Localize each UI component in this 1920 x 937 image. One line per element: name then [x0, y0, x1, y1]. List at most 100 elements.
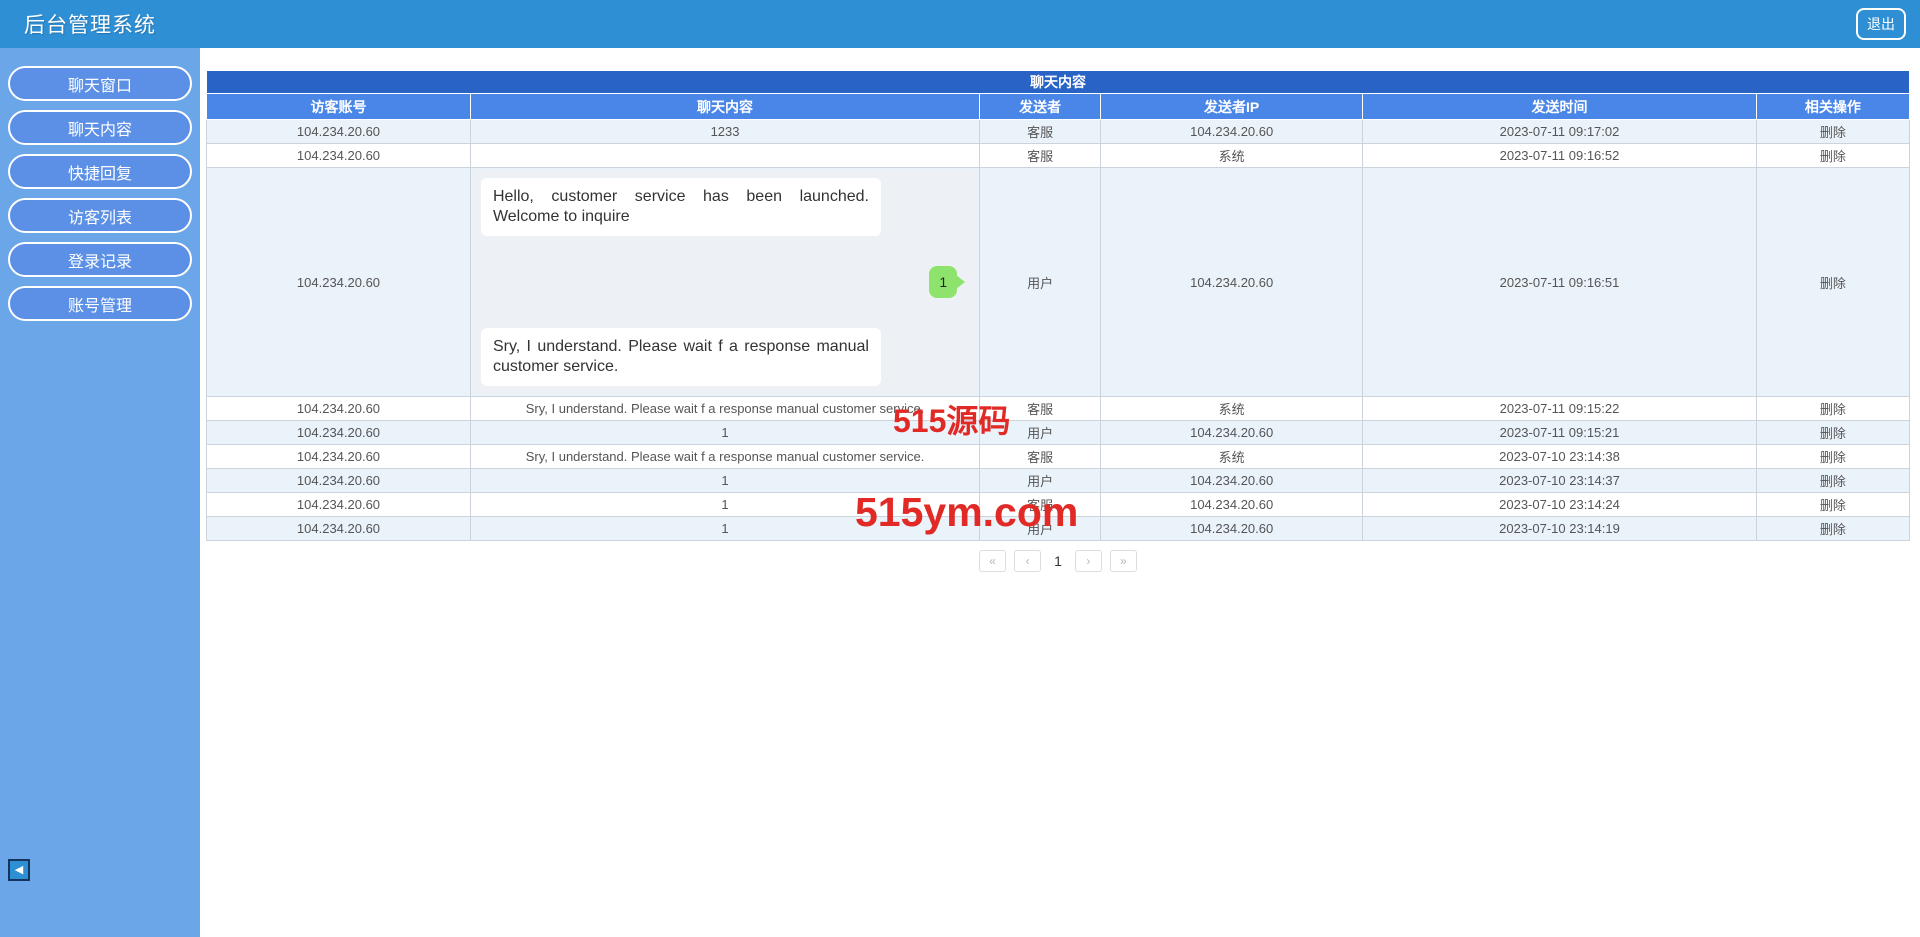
- delete-link[interactable]: 删除: [1820, 402, 1846, 417]
- sidebar-item-1[interactable]: 聊天窗口: [8, 66, 192, 101]
- cell-send-time: 2023-07-10 23:14:19: [1362, 516, 1757, 541]
- cell-visitor-account: 104.234.20.60: [206, 492, 471, 517]
- cell-chat-content: Sry, I understand. Please wait f a respo…: [469, 444, 981, 469]
- pagination-first-button[interactable]: «: [979, 550, 1007, 572]
- cell-send-time: 2023-07-10 23:14:37: [1362, 468, 1757, 493]
- table-body: 104.234.20.60 1233 客服 104.234.20.60 2023-07-…: [206, 119, 1911, 541]
- cell-sender: 客服: [979, 119, 1102, 144]
- pagination-prev-button[interactable]: ‹: [1014, 550, 1042, 572]
- sidebar-item-3[interactable]: 快捷回复: [8, 154, 192, 189]
- cell-sender-ip: 系统: [1100, 143, 1364, 168]
- pagination-next-button[interactable]: ›: [1074, 550, 1102, 572]
- column-header-5: 发送时间: [1362, 93, 1757, 120]
- cell-sender-ip: 系统: [1100, 396, 1364, 421]
- cell-sender-ip: 104.234.20.60: [1100, 492, 1364, 517]
- cell-send-time: 2023-07-10 23:14:38: [1362, 444, 1757, 469]
- page-title: 后台管理系统: [24, 14, 156, 37]
- cell-actions: 删除: [1755, 119, 1911, 144]
- cell-sender: 客服: [979, 492, 1102, 517]
- cell-chat-content: 1: [469, 420, 981, 445]
- cell-chat-content: 1: [469, 492, 981, 517]
- cell-actions: 删除: [1755, 396, 1911, 421]
- delete-link[interactable]: 删除: [1820, 450, 1846, 465]
- delete-link[interactable]: 删除: [1820, 498, 1846, 513]
- page-number: 1: [1054, 553, 1062, 569]
- cell-actions: 删除: [1755, 492, 1911, 517]
- table-row: 104.234.20.60 1233 客服 104.234.20.60 2023-07-…: [206, 119, 1911, 144]
- sidebar-item-4[interactable]: 访客列表: [8, 198, 192, 233]
- cell-sender: 用户: [979, 167, 1102, 397]
- cell-chat-content: Hello, customer service has been launche…: [469, 167, 981, 397]
- delete-link[interactable]: 删除: [1820, 149, 1846, 164]
- cell-send-time: 2023-07-10 23:14:24: [1362, 492, 1757, 517]
- cell-sender: 客服: [979, 396, 1102, 421]
- column-header-6: 相关操作: [1755, 93, 1911, 120]
- cell-visitor-account: 104.234.20.60: [206, 167, 471, 397]
- table-row: 104.234.20.60 1 客服 104.234.20.60 2023-07-10 …: [206, 492, 1911, 517]
- sidebar-menu: 聊天窗口聊天内容快捷回复访客列表登录记录账号管理: [0, 66, 200, 321]
- cell-actions: 删除: [1755, 516, 1911, 541]
- delete-link[interactable]: 删除: [1820, 522, 1846, 537]
- cell-sender-ip: 104.234.20.60: [1100, 516, 1364, 541]
- logout-button[interactable]: 退出: [1856, 8, 1906, 40]
- cell-sender-ip: 104.234.20.60: [1100, 420, 1364, 445]
- pagination-last-button[interactable]: »: [1109, 550, 1137, 572]
- cell-actions: 删除: [1755, 444, 1911, 469]
- chat-content-table: 聊天内容 访客账号 聊天内容 发送者 发送者IP 发送时间 相关操作 104.234.20…: [206, 70, 1911, 541]
- cell-chat-content: Sry, I understand. Please wait f a respo…: [469, 396, 981, 421]
- cell-sender: 客服: [979, 444, 1102, 469]
- cell-send-time: 2023-07-11 09:15:22: [1362, 396, 1757, 421]
- table-row: 104.234.20.60 客服 系统 2023-07-11 09:16:52 删除: [206, 143, 1911, 168]
- cell-send-time: 2023-07-11 09:15:21: [1362, 420, 1757, 445]
- column-header-3: 发送者: [979, 93, 1102, 120]
- cell-chat-content: [469, 143, 981, 168]
- table-row: 104.234.20.60 Sry, I understand. Please w…: [206, 444, 1911, 469]
- delete-link[interactable]: 删除: [1820, 474, 1846, 489]
- delete-link[interactable]: 删除: [1820, 276, 1846, 291]
- cell-send-time: 2023-07-11 09:16:51: [1362, 167, 1757, 397]
- app-header: 后台管理系统 退出: [0, 0, 1920, 48]
- main-layout: 聊天窗口 聊天内容 快捷回复 访客列表 登录记录 账号管理 ◀ 聊天内容 访客账号 聊天内容…: [0, 48, 1920, 937]
- sidebar-item-6[interactable]: 账号管理: [8, 286, 192, 321]
- cell-sender: 用户: [979, 468, 1102, 493]
- chat-bubble-service: Hello, customer service has been launche…: [480, 178, 881, 236]
- column-header-1: 访客账号: [206, 93, 471, 120]
- cell-chat-content: 1233: [469, 119, 981, 144]
- cell-sender: 用户: [979, 516, 1102, 541]
- delete-link[interactable]: 删除: [1820, 125, 1846, 140]
- content-area: 聊天内容 访客账号 聊天内容 发送者 发送者IP 发送时间 相关操作 104.234.20…: [200, 48, 1920, 937]
- cell-actions: 删除: [1755, 143, 1911, 168]
- table-row: 104.234.20.60 Hello, customer service has…: [206, 167, 1911, 397]
- cell-chat-content: 1: [469, 468, 981, 493]
- table-row: 104.234.20.60 1 用户 104.234.20.60 2023-07-10 …: [206, 468, 1911, 493]
- cell-visitor-account: 104.234.20.60: [206, 468, 471, 493]
- cell-visitor-account: 104.234.20.60: [206, 516, 471, 541]
- chat-bubble-service: Sry, I understand. Please wait f a respo…: [480, 328, 881, 386]
- cell-visitor-account: 104.234.20.60: [206, 420, 471, 445]
- sidebar-item-5[interactable]: 登录记录: [8, 242, 192, 277]
- cell-sender-ip: 104.234.20.60: [1100, 468, 1364, 493]
- chat-bubble-user: 1: [929, 266, 958, 298]
- sidebar-collapse-button[interactable]: ◀: [8, 859, 30, 881]
- cell-visitor-account: 104.234.20.60: [206, 119, 471, 144]
- cell-send-time: 2023-07-11 09:17:02: [1362, 119, 1757, 144]
- cell-send-time: 2023-07-11 09:16:52: [1362, 143, 1757, 168]
- cell-visitor-account: 104.234.20.60: [206, 143, 471, 168]
- chat-window-preview: Hello, customer service has been launche…: [472, 170, 978, 394]
- sidebar-item-2[interactable]: 聊天内容: [8, 110, 192, 145]
- collapse-left-icon: ◀: [14, 864, 24, 876]
- cell-chat-content: 1: [469, 516, 981, 541]
- delete-link[interactable]: 删除: [1820, 426, 1846, 441]
- cell-visitor-account: 104.234.20.60: [206, 396, 471, 421]
- table-title: 聊天内容: [206, 70, 1910, 94]
- column-header-4: 发送者IP: [1100, 93, 1364, 120]
- cell-actions: 删除: [1755, 468, 1911, 493]
- cell-sender-ip: 系统: [1100, 444, 1364, 469]
- cell-sender-ip: 104.234.20.60: [1100, 119, 1364, 144]
- column-header-2: 聊天内容: [469, 93, 981, 120]
- sidebar: 聊天窗口聊天内容快捷回复访客列表登录记录账号管理 ◀: [0, 48, 200, 937]
- cell-actions: 删除: [1755, 167, 1911, 397]
- table-row: 104.234.20.60 1 用户 104.234.20.60 2023-07-11 …: [206, 420, 1911, 445]
- table-title-row: 聊天内容: [206, 70, 1910, 94]
- table-header-row: 访客账号 聊天内容 发送者 发送者IP 发送时间 相关操作: [206, 93, 1911, 120]
